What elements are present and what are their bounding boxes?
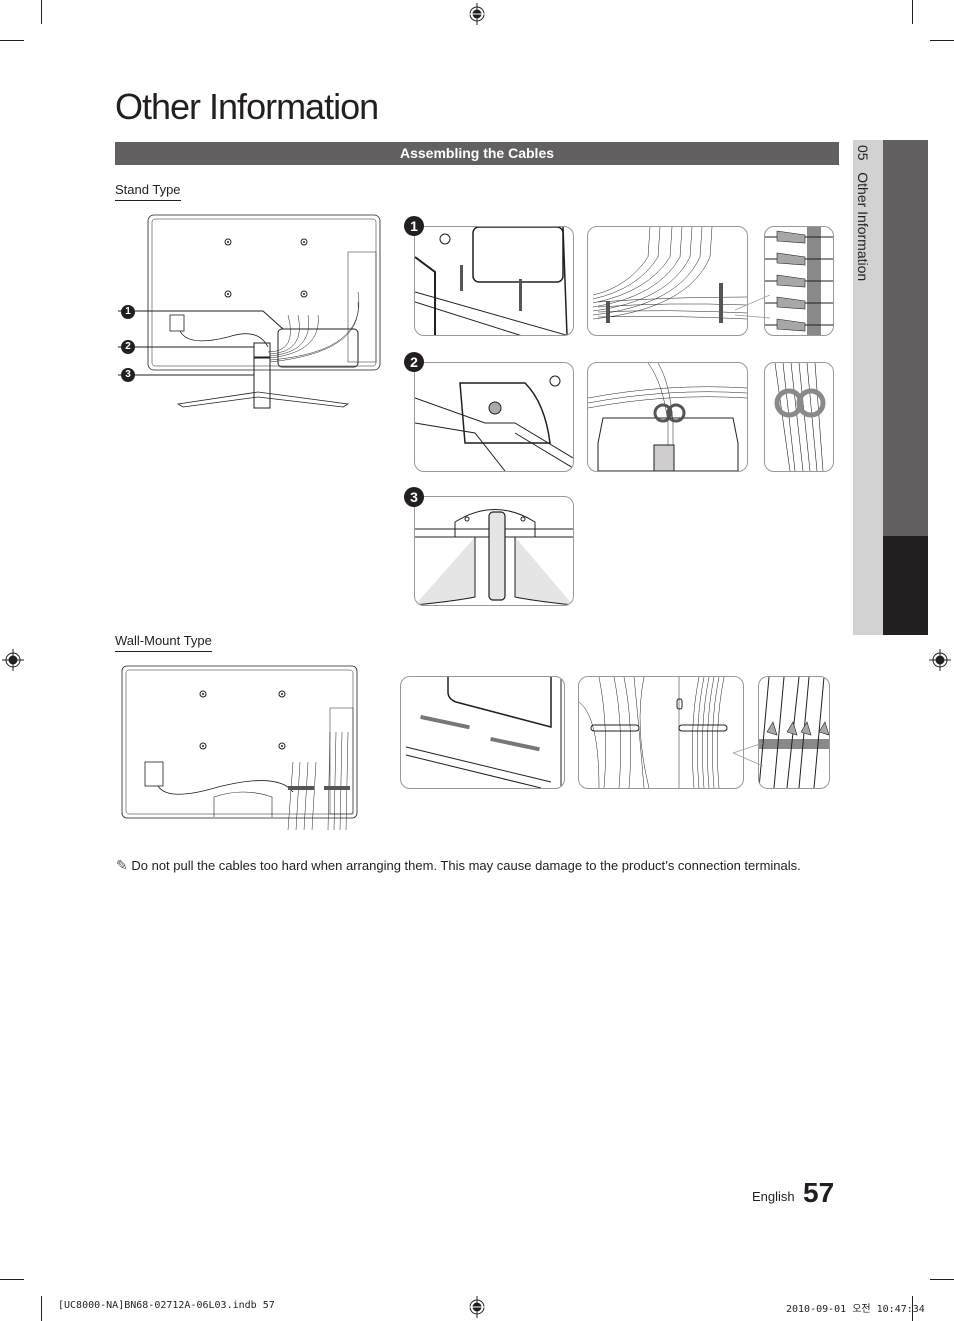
step-badge-1: 1 (404, 216, 424, 236)
crop-mark (930, 1279, 954, 1280)
page-number: 57 (803, 1177, 835, 1208)
step3-cable-cover-illustration (414, 496, 574, 606)
step-badge-2: 2 (404, 352, 424, 372)
step1-panel-back-illustration (414, 226, 574, 336)
crop-mark (930, 40, 954, 41)
note-text: Do not pull the cables too hard when arr… (131, 858, 801, 873)
chapter-tab-band (883, 140, 928, 536)
chapter-title: Other Information (855, 172, 871, 282)
step-badge-3: 3 (404, 487, 424, 507)
crop-mark (0, 1279, 24, 1280)
crop-mark (41, 0, 42, 24)
registration-mark-icon (468, 1296, 486, 1318)
wall-mount-overview-illustration (121, 665, 358, 831)
step2-stand-neck-illustration (414, 362, 574, 472)
registration-mark-icon (929, 649, 951, 671)
registration-mark-icon (468, 3, 486, 25)
wall-mount-clip-detail-illustration (758, 676, 830, 789)
print-slug-timestamp: 2010-09-01 오전 10:47:34 (786, 1304, 925, 1315)
callout-badge-3: 3 (121, 368, 135, 382)
step2-cable-clip-illustration (587, 362, 748, 472)
wall-mount-panel-back-illustration (400, 676, 565, 789)
zoom-connector-lines (733, 742, 763, 767)
pencil-note-icon: ✎ (116, 857, 128, 873)
footer-language: English (752, 1189, 795, 1204)
section-header: Assembling the Cables (115, 142, 839, 165)
callout-badge-2: 2 (121, 340, 135, 354)
wall-mount-type-heading: Wall-Mount Type (115, 633, 212, 652)
note: ✎ Do not pull the cables too hard when a… (116, 857, 801, 874)
step1-clip-detail-illustration (764, 226, 834, 336)
wall-mount-cable-clips-illustration (578, 676, 744, 789)
print-slug-file: [UC8000-NA]BN68-02712A-06L03.indb 57 (58, 1300, 275, 1311)
crop-mark (912, 0, 913, 24)
stand-type-heading: Stand Type (115, 182, 181, 201)
page-title: Other Information (115, 86, 379, 127)
registration-mark-icon (2, 649, 24, 671)
chapter-number: 05 (855, 145, 871, 161)
crop-mark (0, 40, 24, 41)
callout-badge-1: 1 (121, 305, 135, 319)
crop-mark (41, 1296, 42, 1321)
chapter-tab-label: 05 Other Information (855, 145, 871, 281)
step2-clip-detail-illustration (764, 362, 834, 472)
chapter-tab-marker (883, 536, 928, 635)
zoom-connector-lines (735, 294, 770, 319)
step1-cable-routing-illustration (587, 226, 748, 336)
stand-type-overview-illustration (118, 214, 381, 409)
